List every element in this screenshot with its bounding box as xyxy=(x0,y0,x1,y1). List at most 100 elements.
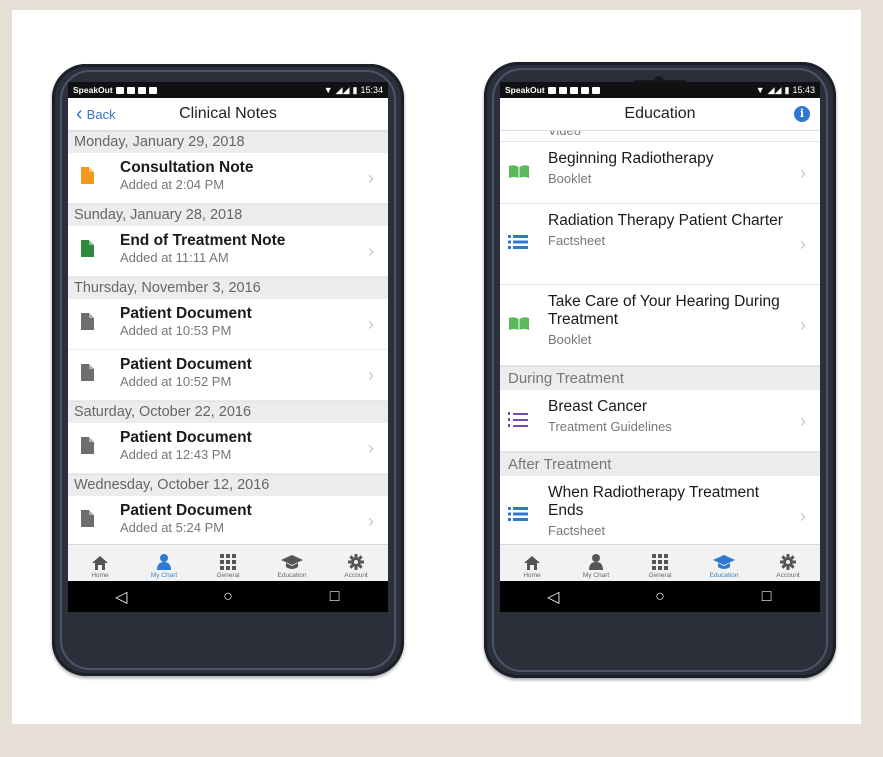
education-item-text: Take Care of Your Hearing During Treatme… xyxy=(548,293,786,350)
notification-icon xyxy=(558,86,567,94)
info-icon[interactable]: i xyxy=(794,106,810,122)
person-icon xyxy=(157,554,171,572)
tab-home[interactable]: Home xyxy=(68,545,132,581)
education-item-text: Beginning Radiotherapy Booklet xyxy=(548,150,786,189)
tab-bar: Home My Chart General Education Account xyxy=(500,544,820,581)
chevron-right-icon: › xyxy=(800,506,806,526)
system-recents-button[interactable]: □ xyxy=(315,588,355,606)
tab-general[interactable]: General xyxy=(196,545,260,581)
tab-general[interactable]: General xyxy=(628,545,692,581)
notification-icon xyxy=(569,86,578,94)
tab-my-chart[interactable]: My Chart xyxy=(564,545,628,581)
chevron-right-icon: › xyxy=(800,315,806,335)
education-item[interactable]: When Radiotherapy Treatment Ends Factshee… xyxy=(500,476,820,545)
notification-icon xyxy=(137,86,146,94)
tab-my-chart[interactable]: My Chart xyxy=(132,545,196,581)
note-row[interactable]: Patient Document Added at 10:53 PM › xyxy=(68,299,388,350)
status-app-name: SpeakOut xyxy=(505,85,545,95)
note-row[interactable]: Patient Document Added at 12:43 PM › xyxy=(68,423,388,474)
education-item-text: When Radiotherapy Treatment Ends Factshee… xyxy=(548,484,786,541)
signal-icon: ◢◢ xyxy=(767,84,782,95)
booklet-icon xyxy=(508,163,530,179)
gear-icon xyxy=(780,554,796,572)
status-bar: SpeakOut ▼ ◢◢ ▮ 15:34 xyxy=(68,82,388,98)
system-home-button[interactable]: ○ xyxy=(640,588,680,606)
clinical-notes-list[interactable]: Monday, January 29, 2018 Consultation Not… xyxy=(68,131,388,545)
chevron-right-icon: › xyxy=(368,168,374,188)
notification-icon xyxy=(115,86,124,94)
education-item-text: Breast Cancer Treatment Guidelines xyxy=(548,398,786,437)
date-header: Sunday, January 28, 2018 xyxy=(68,204,388,226)
screen: SpeakOut ▼ ◢◢ ▮ 15:34 ‹ Back Clinical No… xyxy=(68,82,388,612)
note-row[interactable]: End of Treatment Note Added at 11:11 AM › xyxy=(68,226,388,277)
status-app-name: SpeakOut xyxy=(73,85,113,95)
gray-document-icon xyxy=(81,313,94,330)
tab-label: My Chart xyxy=(582,572,610,579)
education-item-type: Booklet xyxy=(548,332,592,347)
chevron-right-icon: › xyxy=(800,410,806,431)
education-item-title: Beginning Radiotherapy xyxy=(548,150,714,167)
system-back-button[interactable]: ◁ xyxy=(101,587,141,607)
chevron-left-icon: ‹ xyxy=(76,103,83,125)
orange-document-icon xyxy=(81,167,94,184)
person-icon xyxy=(589,554,603,572)
tab-label: General xyxy=(216,572,240,579)
gray-document-icon xyxy=(81,437,94,454)
wifi-icon: ▼ xyxy=(323,85,333,95)
tab-label: General xyxy=(648,572,672,579)
chevron-right-icon: › xyxy=(800,162,806,183)
education-item-type: Factsheet xyxy=(548,233,606,248)
education-item[interactable]: Radiation Therapy Patient Charter Factshe… xyxy=(500,204,820,285)
education-item[interactable]: Take Care of Your Hearing During Treatme… xyxy=(500,285,820,366)
tab-account[interactable]: Account xyxy=(756,545,820,581)
education-item[interactable]: Beginning Radiotherapy Booklet › xyxy=(500,142,820,204)
system-nav-bar: ◁ ○ □ xyxy=(500,581,820,612)
back-label: Back xyxy=(86,106,116,122)
note-added-time: Added at 2:04 PM xyxy=(120,177,225,192)
phone-clinical-notes: SpeakOut ▼ ◢◢ ▮ 15:34 ‹ Back Clinical No… xyxy=(52,64,404,676)
section-header: During Treatment xyxy=(500,366,820,390)
note-row[interactable]: Consultation Note Added at 2:04 PM › xyxy=(68,153,388,204)
system-back-button[interactable]: ◁ xyxy=(533,587,573,607)
section-header: After Treatment xyxy=(500,452,820,476)
note-title: Patient Document xyxy=(120,305,252,322)
tab-label: My Chart xyxy=(150,572,178,579)
education-item-text: Radiation Therapy Patient Charter Factshe… xyxy=(548,212,786,251)
education-item-type: Treatment Guidelines xyxy=(548,419,672,434)
system-recents-button[interactable]: □ xyxy=(747,588,787,606)
booklet-icon xyxy=(508,315,530,331)
education-list[interactable]: Video Beginning Radiotherapy Booklet › Radia… xyxy=(500,131,820,545)
chevron-right-icon: › xyxy=(368,365,374,385)
education-item[interactable]: Breast Cancer Treatment Guidelines › xyxy=(500,390,820,452)
tab-bar: Home My Chart General Education Account xyxy=(68,544,388,581)
note-text: End of Treatment Note Added at 11:11 AM xyxy=(120,231,285,266)
note-added-time: Added at 12:43 PM xyxy=(120,447,232,462)
system-home-button[interactable]: ○ xyxy=(208,588,248,606)
tab-education[interactable]: Education xyxy=(260,545,324,581)
tab-label: Education xyxy=(709,572,739,579)
note-title: Patient Document xyxy=(120,429,252,446)
chevron-right-icon: › xyxy=(368,241,374,261)
tab-education[interactable]: Education xyxy=(692,545,756,581)
note-added-time: Added at 10:53 PM xyxy=(120,323,232,338)
note-text: Patient Document Added at 12:43 PM xyxy=(120,428,252,463)
note-added-time: Added at 5:24 PM xyxy=(120,520,225,535)
tab-account[interactable]: Account xyxy=(324,545,388,581)
green-document-icon xyxy=(81,240,94,257)
tab-label: Education xyxy=(277,572,307,579)
note-row[interactable]: Patient Document Added at 5:24 PM › xyxy=(68,496,388,545)
education-item-type: Factsheet xyxy=(548,523,606,538)
gray-document-icon xyxy=(81,364,94,381)
tab-home[interactable]: Home xyxy=(500,545,564,581)
back-button[interactable]: ‹ Back xyxy=(76,104,116,124)
gear-icon xyxy=(348,554,364,572)
note-row[interactable]: Patient Document Added at 10:52 PM › xyxy=(68,350,388,401)
education-item-title: Breast Cancer xyxy=(548,398,648,415)
phone-education: SpeakOut ▼ ◢◢ ▮ 15:43 Education i Video B… xyxy=(484,62,836,678)
notification-icon xyxy=(547,86,556,94)
system-nav-bar: ◁ ○ □ xyxy=(68,581,388,612)
tab-label: Account xyxy=(344,572,368,579)
grid-icon xyxy=(220,554,236,572)
status-time: 15:34 xyxy=(360,85,383,95)
note-text: Patient Document Added at 10:52 PM xyxy=(120,355,252,390)
